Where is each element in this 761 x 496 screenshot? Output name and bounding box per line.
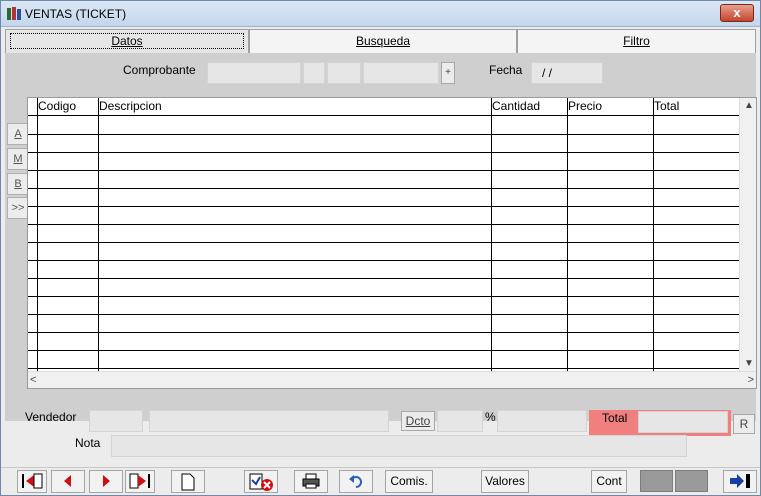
- tab-filtro[interactable]: Filtro: [517, 29, 756, 53]
- grid-separator: [653, 98, 654, 372]
- previous-record-button[interactable]: [51, 470, 85, 493]
- valores-button[interactable]: Valores: [481, 470, 529, 493]
- col-precio: Precio: [568, 99, 603, 113]
- total-label: Total: [602, 411, 628, 425]
- fecha-field[interactable]: / /: [531, 62, 603, 84]
- table-row[interactable]: [28, 350, 740, 351]
- client-area: Datos Busqueda Filtro Comprobante + Fech…: [1, 27, 760, 495]
- horizontal-scrollbar[interactable]: < >: [28, 371, 756, 388]
- percent-label: %: [485, 410, 496, 424]
- first-record-icon: [22, 473, 43, 489]
- total-box: Total: [589, 410, 731, 436]
- undo-icon: [349, 475, 362, 488]
- r-button[interactable]: R: [733, 414, 755, 434]
- vertical-scrollbar[interactable]: ▲ ▼: [739, 98, 756, 372]
- total-field: [638, 411, 728, 433]
- vendedor-name-field[interactable]: [149, 410, 389, 432]
- tab-datos-label: Datos: [10, 33, 244, 49]
- new-document-button[interactable]: [171, 470, 205, 493]
- comprobante-number-field[interactable]: [363, 62, 439, 84]
- table-row[interactable]: [28, 368, 740, 369]
- more-button[interactable]: >>: [7, 197, 29, 219]
- table-row[interactable]: [28, 278, 740, 279]
- title-bar: VENTAS (TICKET) x: [1, 1, 760, 27]
- dcto-field[interactable]: [437, 410, 483, 432]
- col-cantidad: Cantidad: [492, 99, 541, 113]
- comprobante-label: Comprobante: [123, 63, 196, 77]
- cont-button[interactable]: Cont: [591, 470, 627, 493]
- scroll-down-icon[interactable]: ▼: [744, 358, 754, 369]
- col-codigo: Codigo: [38, 99, 77, 113]
- delete-button[interactable]: B: [7, 173, 29, 195]
- last-record-button[interactable]: [125, 470, 155, 493]
- grid-separator: [567, 98, 568, 372]
- status-box-2: [675, 470, 708, 492]
- last-record-icon: [129, 473, 150, 489]
- next-icon: [103, 475, 110, 487]
- comis-button[interactable]: Comis.: [385, 470, 433, 493]
- close-button[interactable]: x: [720, 4, 754, 22]
- scroll-right-icon[interactable]: >: [748, 374, 754, 386]
- table-row[interactable]: [28, 260, 740, 261]
- col-descripcion: Descripcion: [99, 99, 162, 113]
- nota-label: Nota: [75, 436, 101, 450]
- status-box-1: [640, 470, 673, 492]
- grid-separator: [98, 98, 99, 372]
- add-button[interactable]: A: [7, 123, 29, 145]
- tab-busqueda[interactable]: Busqueda: [249, 29, 517, 53]
- vendedor-code-field[interactable]: [89, 410, 143, 432]
- tab-busqueda-label: Busqueda: [355, 34, 411, 48]
- window-title: VENTAS (TICKET): [25, 7, 127, 21]
- table-row[interactable]: [28, 134, 740, 135]
- first-record-button[interactable]: [17, 470, 47, 493]
- print-button[interactable]: [294, 470, 328, 493]
- table-row[interactable]: [28, 314, 740, 315]
- table-row[interactable]: [28, 206, 740, 207]
- fecha-label: Fecha: [489, 63, 523, 77]
- previous-icon: [64, 475, 71, 487]
- comprobante-branch-field[interactable]: [327, 62, 361, 84]
- undo-button[interactable]: [339, 470, 373, 493]
- col-total: Total: [654, 99, 680, 113]
- tab-bar: Datos Busqueda Filtro: [5, 29, 756, 53]
- percent-field[interactable]: [497, 410, 587, 432]
- scroll-up-icon[interactable]: ▲: [744, 100, 754, 111]
- exit-button[interactable]: [723, 470, 757, 493]
- table-row[interactable]: [28, 152, 740, 153]
- items-grid[interactable]: Codigo Descripcion Cantidad Precio Total…: [27, 97, 757, 389]
- dcto-button[interactable]: Dcto: [401, 411, 435, 431]
- table-row[interactable]: [28, 170, 740, 171]
- cancel-document-button[interactable]: [244, 470, 278, 493]
- grid-header: Codigo Descripcion Cantidad Precio Total: [28, 98, 740, 116]
- footer-panel: Vendedor Dcto % Total R Nota: [5, 402, 756, 466]
- comprobante-plus-button[interactable]: +: [441, 62, 455, 84]
- grid-separator: [37, 98, 38, 372]
- window: VENTAS (TICKET) x Datos Busqueda Filtro …: [0, 0, 761, 496]
- tab-datos[interactable]: Datos: [5, 29, 249, 53]
- bottom-toolbar: Comis. Valores Cont: [1, 467, 760, 495]
- table-row[interactable]: [28, 296, 740, 297]
- comprobante-letter-field[interactable]: [303, 62, 325, 84]
- table-row[interactable]: [28, 332, 740, 333]
- modify-button[interactable]: M: [7, 148, 29, 170]
- table-row[interactable]: [28, 224, 740, 225]
- next-record-button[interactable]: [89, 470, 123, 493]
- grid-separator: [491, 98, 492, 372]
- cancel-document-icon: [249, 473, 273, 491]
- new-document-icon: [181, 473, 195, 491]
- comprobante-type-field[interactable]: [207, 62, 301, 84]
- table-row[interactable]: [28, 242, 740, 243]
- tab-filtro-label: Filtro: [623, 34, 650, 48]
- app-icon: [7, 7, 21, 20]
- scroll-left-icon[interactable]: <: [30, 374, 36, 386]
- table-row[interactable]: [28, 188, 740, 189]
- vendedor-label: Vendedor: [25, 410, 77, 424]
- printer-icon: [302, 473, 320, 489]
- exit-icon: [730, 474, 750, 488]
- nota-field[interactable]: [111, 435, 687, 457]
